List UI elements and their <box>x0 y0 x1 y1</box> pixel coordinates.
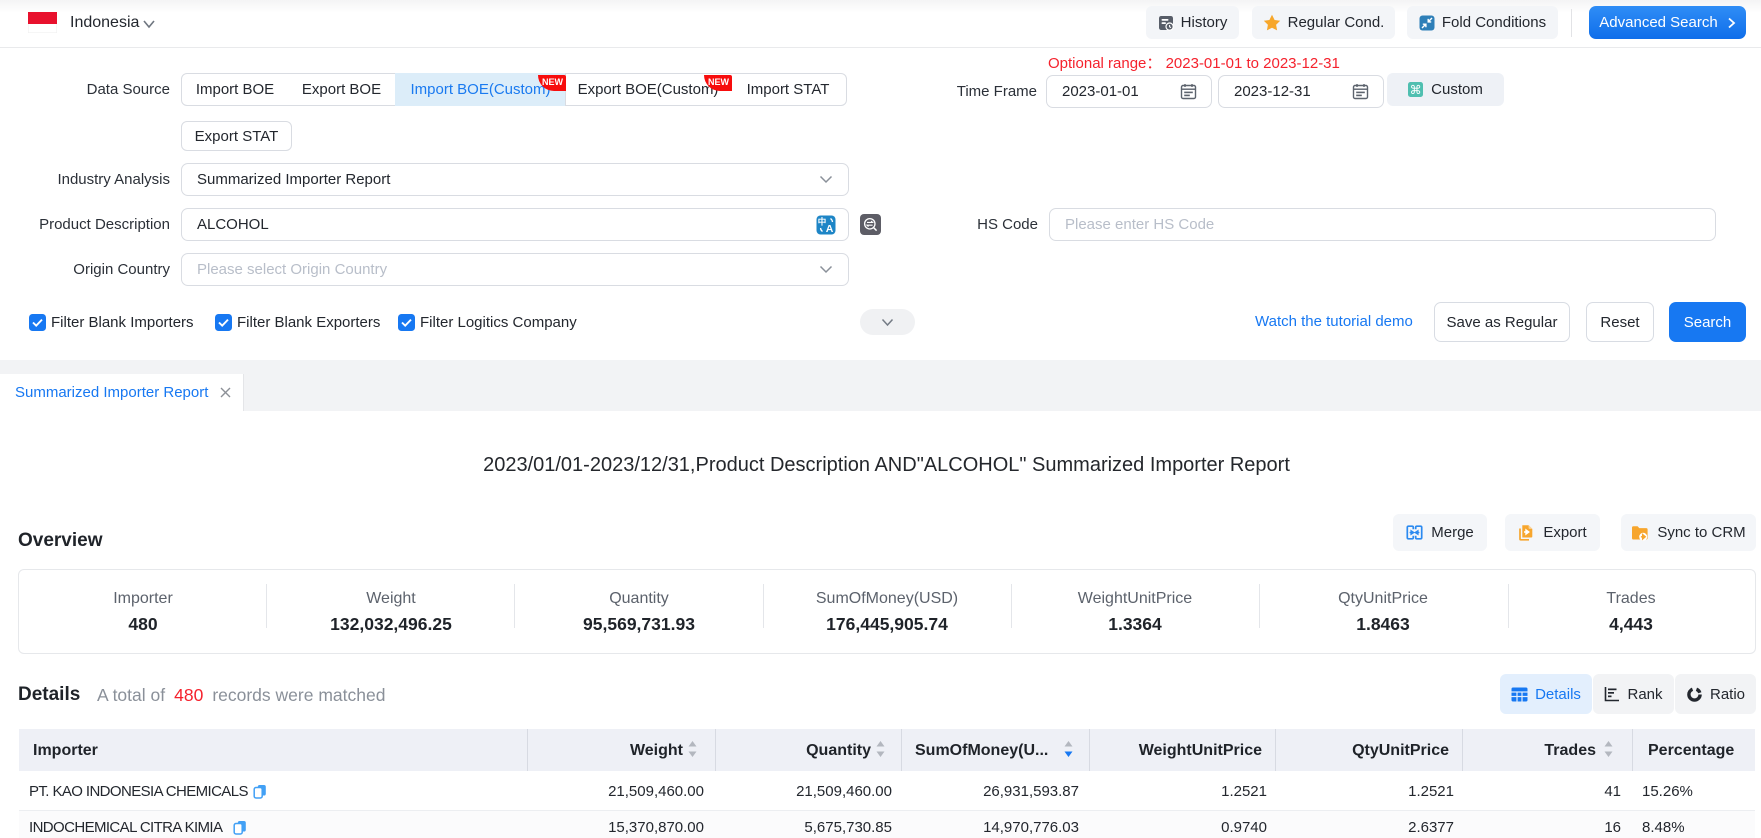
svg-text:A: A <box>826 223 834 235</box>
